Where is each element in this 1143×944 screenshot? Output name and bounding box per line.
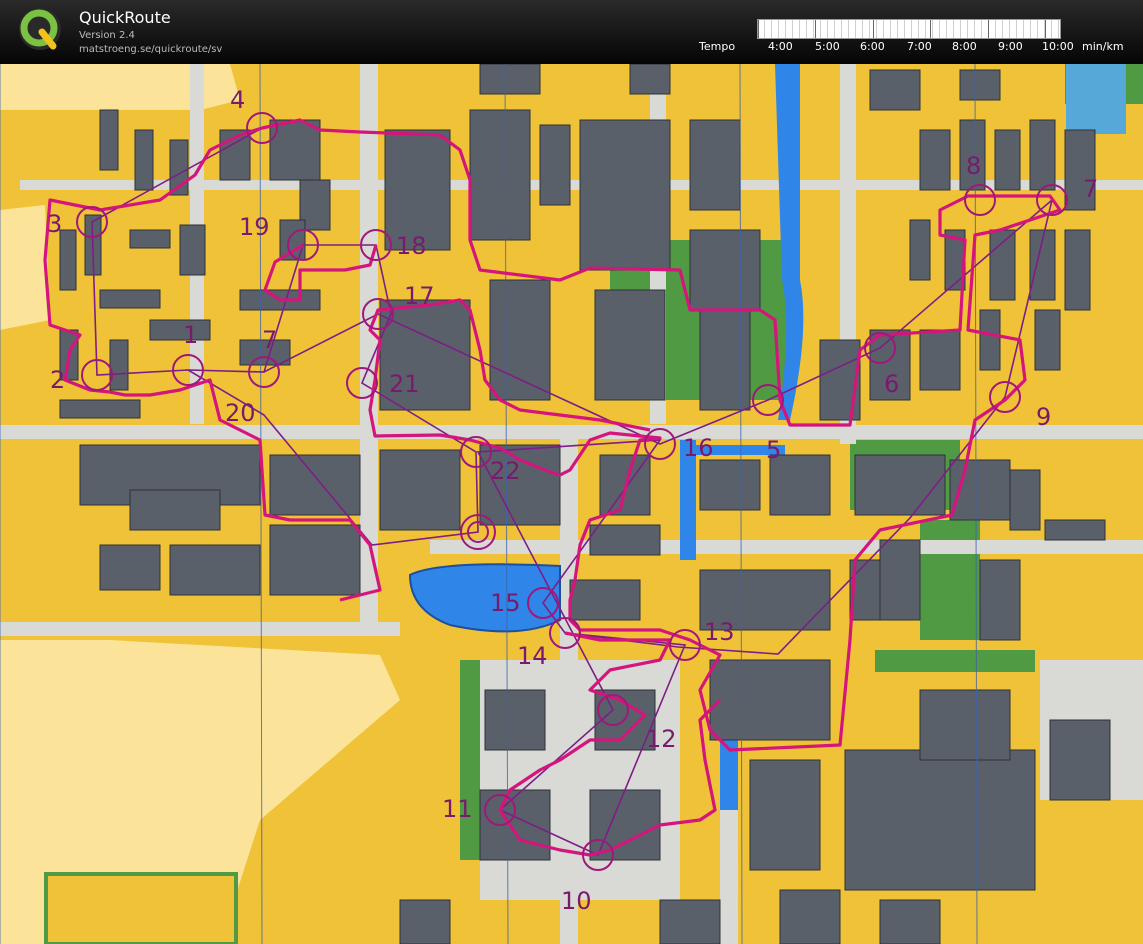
tempo-tick-label: 4:00 — [768, 40, 793, 53]
control-number-3: 3 — [47, 210, 62, 238]
control-number-13: 13 — [704, 618, 735, 646]
control-number-4: 4 — [230, 86, 245, 114]
quickroute-window: QuickRoute Version 2.4 matstroeng.se/qui… — [0, 0, 1143, 944]
app-version: Version 2.4 — [79, 30, 135, 41]
control-number-12: 12 — [646, 725, 677, 753]
control-number-1: 1 — [183, 321, 198, 349]
tempo-tick-label: 6:00 — [860, 40, 885, 53]
tempo-tick-label: 7:00 — [907, 40, 932, 53]
control-number-2: 2 — [50, 366, 65, 394]
control-number-10: 10 — [561, 887, 592, 915]
tempo-unit-label: min/km — [1082, 40, 1124, 53]
app-title: QuickRoute — [79, 8, 171, 27]
control-number-7-a: 7 — [1083, 175, 1098, 203]
control-number-16: 16 — [683, 434, 714, 462]
quickroute-logo-icon — [19, 8, 61, 50]
app-url: matstroeng.se/quickroute/sv — [79, 44, 223, 55]
tempo-tick-label: 5:00 — [815, 40, 840, 53]
control-number-18: 18 — [396, 232, 427, 260]
control-number-20: 20 — [225, 399, 256, 427]
control-number-21: 21 — [389, 370, 420, 398]
control-number-8: 8 — [966, 152, 981, 180]
tempo-scale-bar — [757, 19, 1061, 39]
control-number-11: 11 — [442, 795, 473, 823]
control-number-22: 22 — [490, 457, 521, 485]
control-number-17: 17 — [404, 282, 435, 310]
control-number-14: 14 — [517, 642, 548, 670]
control-number-19: 19 — [239, 213, 270, 241]
tempo-tick-label: 10:00 — [1042, 40, 1074, 53]
tempo-label: Tempo — [699, 40, 736, 53]
control-number-5: 5 — [766, 436, 781, 464]
tempo-tick-label: 8:00 — [952, 40, 977, 53]
orienteering-map[interactable]: 1 2 3 4 5 6 7 7 8 9 10 11 12 13 14 15 16… — [0, 64, 1143, 944]
control-number-7-b: 7 — [262, 326, 277, 354]
control-number-15: 15 — [490, 589, 521, 617]
control-number-6: 6 — [884, 370, 899, 398]
tempo-tick-label: 9:00 — [998, 40, 1023, 53]
control-number-9: 9 — [1036, 403, 1051, 431]
app-header: QuickRoute Version 2.4 matstroeng.se/qui… — [0, 0, 1143, 64]
